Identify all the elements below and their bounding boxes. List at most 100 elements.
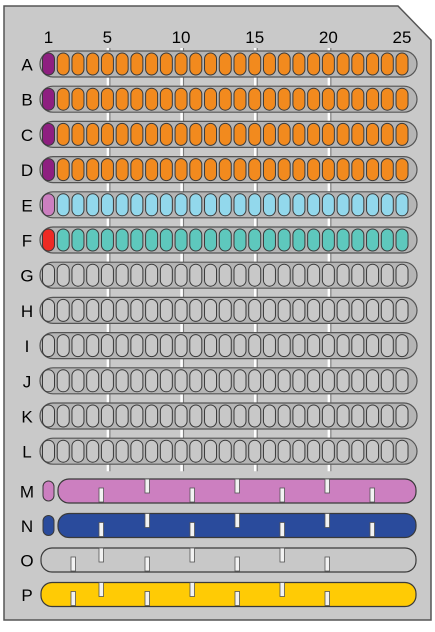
well-H2	[56, 298, 70, 322]
well-C21	[336, 122, 350, 146]
well-K3	[71, 404, 85, 428]
well-I14	[233, 334, 247, 358]
row-label: E	[21, 196, 32, 215]
well-K12	[204, 404, 218, 428]
well-K18	[292, 404, 306, 428]
well-A22	[351, 52, 365, 76]
well-E16	[262, 193, 276, 217]
well-H11	[189, 298, 203, 322]
well-A9	[159, 52, 173, 76]
well-B20	[321, 87, 335, 111]
well-C9	[159, 122, 173, 146]
well-F7	[130, 228, 144, 252]
well-K9	[159, 404, 173, 428]
well-J19	[307, 369, 321, 393]
well-K5	[100, 404, 114, 428]
well-G10	[174, 263, 188, 287]
well-I9	[159, 334, 173, 358]
channel-post	[234, 556, 240, 572]
well-F14	[233, 228, 247, 252]
row-label: M	[20, 483, 34, 502]
channel-post	[98, 522, 104, 537]
well-B10	[174, 87, 188, 111]
well-H3	[71, 298, 85, 322]
well-J7	[130, 369, 144, 393]
channel-post	[144, 513, 150, 528]
well-H21	[336, 298, 350, 322]
well-A18	[292, 52, 306, 76]
well-C1	[42, 122, 55, 146]
well-L8	[145, 439, 159, 463]
row-label: A	[21, 56, 33, 75]
well-G15	[248, 263, 262, 287]
channel-post	[70, 556, 76, 572]
well-I23	[366, 334, 380, 358]
well-G7	[130, 263, 144, 287]
row-label: J	[23, 372, 32, 391]
well-G17	[277, 263, 291, 287]
well-I18	[292, 334, 306, 358]
row-label: I	[25, 337, 30, 356]
well-J22	[351, 369, 365, 393]
well-K19	[307, 404, 321, 428]
channel-post	[234, 591, 240, 606]
well-F10	[174, 228, 188, 252]
well-C24	[380, 122, 394, 146]
well-J10	[174, 369, 188, 393]
channel-post	[70, 591, 76, 606]
well-L18	[292, 439, 306, 463]
well-K6	[115, 404, 129, 428]
well-E19	[307, 193, 321, 217]
well-F4	[86, 228, 100, 252]
well-L4	[86, 439, 100, 463]
well-J5	[100, 369, 114, 393]
row-label: F	[22, 232, 32, 251]
well-G24	[380, 263, 394, 287]
well-H22	[351, 298, 365, 322]
well-A13	[218, 52, 232, 76]
well-L16	[262, 439, 276, 463]
well-K7	[130, 404, 144, 428]
well-J8	[145, 369, 159, 393]
well-F21	[336, 228, 350, 252]
column-label-10: 10	[172, 28, 191, 47]
well-J14	[233, 369, 247, 393]
well-E25	[395, 193, 409, 217]
well-C18	[292, 122, 306, 146]
row-label: B	[21, 91, 32, 110]
well-I24	[380, 334, 394, 358]
channel-post	[144, 591, 150, 606]
row-label: O	[20, 552, 33, 571]
well-J21	[336, 369, 350, 393]
well-L17	[277, 439, 291, 463]
well-F3	[71, 228, 85, 252]
well-A17	[277, 52, 291, 76]
well-L24	[380, 439, 394, 463]
row-label: N	[21, 517, 33, 536]
well-D23	[366, 158, 380, 182]
well-A21	[336, 52, 350, 76]
well-K4	[86, 404, 100, 428]
well-H18	[292, 298, 306, 322]
well-L21	[336, 439, 350, 463]
well-row-F: F	[22, 226, 418, 254]
well-K24	[380, 404, 394, 428]
row-label: P	[21, 586, 32, 605]
row-label: H	[21, 302, 33, 321]
well-D4	[86, 158, 100, 182]
well-K20	[321, 404, 335, 428]
channel-inlet	[42, 515, 55, 536]
well-C3	[71, 122, 85, 146]
well-F23	[366, 228, 380, 252]
well-G8	[145, 263, 159, 287]
well-F16	[262, 228, 276, 252]
channel-post	[189, 487, 195, 503]
well-G23	[366, 263, 380, 287]
well-D1	[42, 158, 55, 182]
well-row-I: I	[25, 332, 418, 360]
well-row-H: H	[21, 296, 418, 324]
well-K8	[145, 404, 159, 428]
well-C17	[277, 122, 291, 146]
well-E20	[321, 193, 335, 217]
well-J9	[159, 369, 173, 393]
